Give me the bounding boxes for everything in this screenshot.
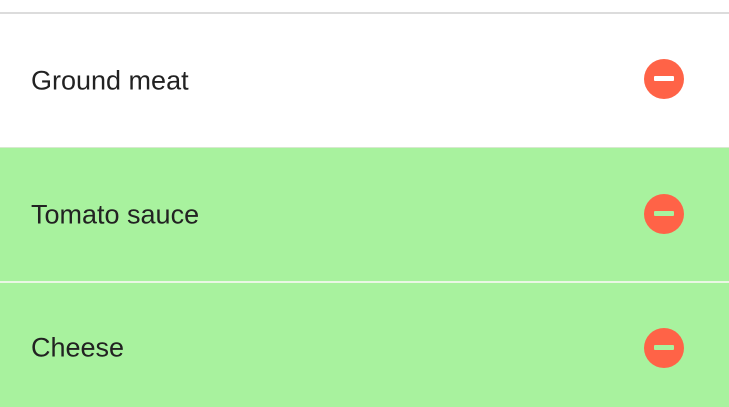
list-item[interactable]: Ground meat xyxy=(0,14,729,147)
minus-circle-icon xyxy=(654,345,674,350)
ingredient-list: Ground meat Tomato sauce Cheese xyxy=(0,0,729,407)
remove-item-button[interactable] xyxy=(644,328,684,368)
item-label: Tomato sauce xyxy=(31,199,200,229)
remove-item-button[interactable] xyxy=(644,59,684,99)
item-label: Ground meat xyxy=(31,65,189,95)
item-label: Cheese xyxy=(31,332,125,363)
list-item[interactable]: Cheese xyxy=(0,281,729,407)
minus-circle-icon xyxy=(654,76,674,81)
remove-item-button[interactable] xyxy=(644,194,684,234)
list-item[interactable]: Tomato sauce xyxy=(0,147,729,281)
minus-circle-icon xyxy=(654,211,674,216)
